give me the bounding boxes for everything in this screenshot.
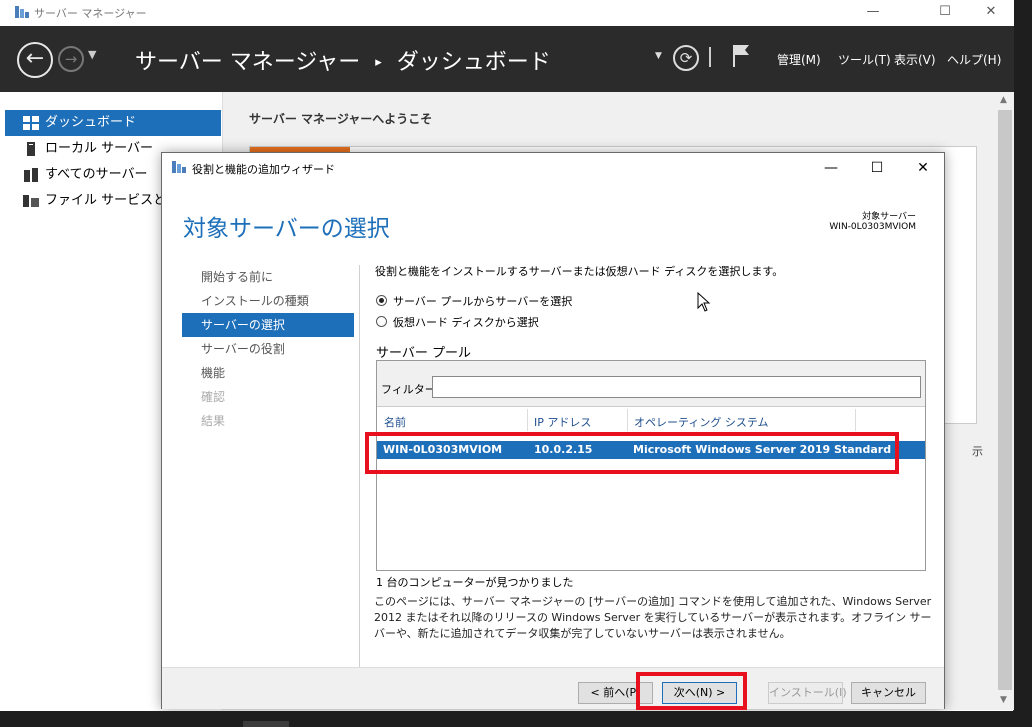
scroll-down-icon[interactable]: ▼ (1000, 695, 1007, 705)
wizard-icon (172, 161, 186, 173)
breadcrumb: サーバー マネージャー ▸ ダッシュボード (135, 44, 551, 76)
breadcrumb-separator: ▸ (375, 55, 382, 70)
close-icon: ✕ (985, 4, 997, 19)
sidebar-item-label: ローカル サーバー (45, 141, 154, 156)
page-heading: 対象サーバーの選択 (183, 216, 390, 242)
highlight-box-server-row (365, 432, 899, 474)
radio-button-checked[interactable] (376, 295, 387, 306)
server-manager-icon (15, 6, 29, 18)
window-title: サーバー マネージャー (34, 7, 147, 20)
minimize-icon: — (866, 4, 880, 19)
step-results: 結果 (201, 414, 226, 428)
target-server-label: 対象サーバー (862, 212, 916, 222)
server-pool-label: サーバー プール (376, 346, 472, 361)
sidebar-item-dashboard[interactable]: ダッシュボード (5, 110, 221, 136)
filter-input[interactable] (432, 376, 921, 398)
mouse-cursor-icon (697, 292, 711, 312)
radio-label: サーバー プールからサーバーを選択 (393, 295, 573, 308)
refresh-icon: ⟳ (679, 49, 693, 67)
maximize-icon: ☐ (939, 4, 951, 19)
close-button[interactable]: ✕ (968, 0, 1014, 26)
dialog-close-button[interactable]: ✕ (900, 155, 946, 181)
scroll-up-icon[interactable]: ▲ (1000, 95, 1007, 105)
breadcrumb-root[interactable]: サーバー マネージャー (135, 50, 360, 75)
steps-divider (359, 265, 360, 675)
filter-label: フィルター: (381, 383, 440, 396)
title-bar: サーバー マネージャー — ☐ ✕ (0, 0, 1014, 26)
maximize-icon: ☐ (870, 160, 884, 176)
step-server-selection[interactable]: サーバーの選択 (182, 313, 354, 337)
dialog-minimize-button[interactable]: — (808, 155, 854, 181)
sidebar-item-label: ダッシュボード (45, 115, 137, 130)
install-button: インストール(I) (768, 682, 847, 704)
add-roles-wizard-dialog: 役割と機能の追加ウィザード — ☐ ✕ 対象サーバーの選択 対象サーバー WIN… (161, 152, 945, 709)
nav-history-dropdown[interactable]: ▼ (88, 48, 96, 61)
column-separator[interactable] (855, 409, 856, 431)
vertical-scrollbar[interactable]: ▲ ▼ (996, 92, 1014, 710)
header-dropdown[interactable]: ▼ (655, 51, 662, 61)
radio-button[interactable] (376, 316, 387, 327)
column-ip[interactable]: IP アドレス (534, 414, 591, 430)
background-text-fragment: 示 (972, 445, 983, 458)
dialog-footer: < 前へ(P) 次へ(N) > インストール(I) キャンセル (162, 667, 944, 709)
column-separator[interactable] (527, 409, 528, 431)
refresh-button[interactable]: ⟳ (673, 45, 699, 71)
app-header: ← → ▼ サーバー マネージャー ▸ ダッシュボード ▼ ⟳ 管理(M) ツー… (0, 26, 1014, 92)
column-os[interactable]: オペレーティング システム (634, 414, 769, 430)
filter-area: フィルター: (377, 361, 925, 407)
step-installation-type[interactable]: インストールの種類 (182, 289, 354, 313)
forward-button[interactable]: → (58, 46, 84, 72)
column-name[interactable]: 名前 (384, 414, 406, 430)
found-count: 1 台のコンピューターが見つかりました (376, 576, 574, 589)
radio-label: 仮想ハード ディスクから選択 (393, 316, 539, 329)
scrollbar-thumb[interactable] (998, 110, 1012, 690)
breadcrumb-current: ダッシュボード (396, 50, 551, 75)
cancel-button[interactable]: キャンセル (851, 682, 926, 704)
grid-header: 名前 IP アドレス オペレーティング システム (377, 409, 925, 431)
arrow-right-icon: → (64, 50, 78, 68)
dialog-title: 役割と機能の追加ウィザード (192, 163, 335, 176)
header-divider (709, 47, 711, 67)
highlight-box-next-button (636, 672, 747, 710)
target-server-value: WIN-0L0303MVIOM (829, 222, 916, 232)
dialog-title-bar: 役割と機能の追加ウィザード — ☐ ✕ (162, 153, 944, 183)
menu-manage[interactable]: 管理(M) (777, 51, 821, 68)
dashboard-icon (23, 116, 39, 130)
arrow-left-icon: ← (25, 46, 45, 71)
notifications-flag-icon[interactable] (731, 43, 751, 69)
server-icon (27, 142, 35, 156)
maximize-button[interactable]: ☐ (922, 0, 968, 26)
menu-help[interactable]: ヘルプ(H) (947, 51, 1001, 68)
minimize-button[interactable]: — (850, 0, 896, 26)
servers-icon (24, 168, 38, 182)
step-before-you-begin[interactable]: 開始する前に (182, 265, 354, 289)
close-icon: ✕ (917, 160, 929, 176)
taskbar-item[interactable] (243, 721, 289, 727)
dialog-maximize-button[interactable]: ☐ (854, 155, 900, 181)
selection-description: 役割と機能をインストールするサーバーまたは仮想ハード ディスクを選択します。 (375, 265, 784, 278)
column-separator[interactable] (627, 409, 628, 431)
step-features[interactable]: 機能 (182, 361, 354, 385)
menu-view[interactable]: 表示(V) (894, 51, 936, 68)
step-confirmation: 確認 (201, 390, 226, 404)
info-text: このページには、サーバー マネージャーの [サーバーの追加] コマンドを使用して… (374, 595, 932, 640)
minimize-icon: — (824, 160, 838, 176)
menu-tools[interactable]: ツール(T) (838, 51, 891, 68)
step-server-roles[interactable]: サーバーの役割 (182, 337, 354, 361)
radio-virtual-disk[interactable]: 仮想ハード ディスクから選択 (376, 314, 539, 330)
welcome-title: サーバー マネージャーへようこそ (249, 112, 433, 126)
radio-server-pool[interactable]: サーバー プールからサーバーを選択 (376, 293, 572, 309)
back-button[interactable]: ← (17, 42, 53, 78)
taskbar (0, 711, 1032, 727)
sidebar-item-label: すべてのサーバー (45, 167, 148, 182)
file-services-icon (23, 195, 39, 207)
